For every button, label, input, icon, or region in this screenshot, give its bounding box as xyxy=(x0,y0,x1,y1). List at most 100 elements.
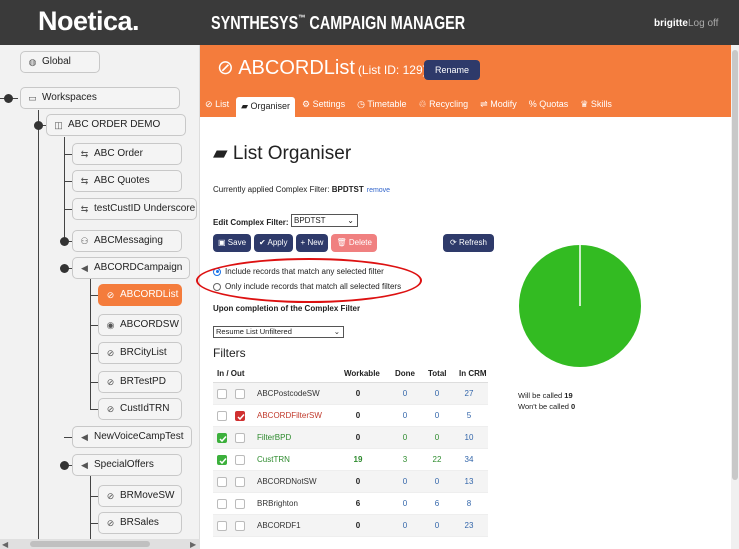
tab-organiser[interactable]: ▰ Organiser xyxy=(236,97,296,117)
eye-icon: ◉ xyxy=(106,319,115,330)
in-crm-count[interactable]: 5 xyxy=(457,405,481,427)
filter-row: ABCORDNotSW 0 0 0 13 xyxy=(213,471,488,493)
wont-be-called-label: Won't be called xyxy=(518,402,569,411)
include-checkbox[interactable] xyxy=(217,455,227,465)
tree-node-abc-order[interactable]: ⇆ ABC Order xyxy=(72,143,182,165)
tree-node-label: BRMoveSW xyxy=(120,490,175,501)
include-checkbox[interactable] xyxy=(217,521,227,531)
exclude-checkbox[interactable] xyxy=(235,477,245,487)
tree-node-abcordcampaign[interactable]: ◀ ABCORDCampaign xyxy=(72,257,190,279)
filter-row: ABCPostcodeSW 0 0 0 27 xyxy=(213,383,488,405)
tree-node-specialoffers[interactable]: ◀ SpecialOffers xyxy=(72,454,182,476)
include-checkbox[interactable] xyxy=(217,433,227,443)
filter-name[interactable]: BRBrighton xyxy=(257,493,298,515)
noetica-logo[interactable]: Noetica. xyxy=(38,6,140,37)
tree-node-abc-order-demo[interactable]: ◫ ABC ORDER DEMO xyxy=(46,114,186,136)
eye-slash-icon: ⊘ xyxy=(106,347,115,358)
tab-recycling[interactable]: ♲ Recycling xyxy=(414,95,474,115)
refresh-button[interactable]: ⟳ Refresh xyxy=(443,234,494,252)
tree-node-newvoicecamptest[interactable]: ◀ NewVoiceCampTest xyxy=(72,426,192,448)
in-crm-count[interactable]: 8 xyxy=(457,493,481,515)
delete-button[interactable]: 🗑 Delete xyxy=(331,234,377,252)
filter-toolbar: ▣ Save ✔ Apply + New 🗑 Delete xyxy=(213,234,377,252)
collapse-toggle[interactable] xyxy=(34,121,43,130)
collapse-toggle[interactable] xyxy=(60,264,69,273)
tree-node-custidtrn[interactable]: ⊘ CustIdTRN xyxy=(98,398,182,420)
trash-icon: 🗑 xyxy=(336,238,347,247)
link-icon: ⇆ xyxy=(80,203,89,214)
tree-node-testcustid[interactable]: ⇆ testCustID Underscore xyxy=(72,198,197,220)
filter-name[interactable]: ABCPostcodeSW xyxy=(257,383,320,405)
logout-link[interactable]: Log off xyxy=(688,18,718,29)
tab-quotas[interactable]: % Quotas xyxy=(524,95,574,115)
in-crm-count[interactable]: 10 xyxy=(457,427,481,449)
collapse-toggle[interactable] xyxy=(60,461,69,470)
wont-be-called: Won't be called 0 xyxy=(518,402,575,411)
in-crm-count[interactable]: 34 xyxy=(457,449,481,471)
filter-row: ABCORDF1 0 0 0 23 xyxy=(213,515,488,537)
tree-node-global[interactable]: ◍ Global xyxy=(20,51,100,73)
exclude-checkbox[interactable] xyxy=(235,411,245,421)
exclude-checkbox[interactable] xyxy=(235,499,245,509)
workspace-icon: ◫ xyxy=(54,119,63,130)
filter-name[interactable]: ABCORDNotSW xyxy=(257,471,317,493)
tree-node-abcmessaging[interactable]: ⚇ ABCMessaging xyxy=(72,230,182,252)
eye-slash-icon: ⊘ xyxy=(217,57,234,79)
tree-node-abcordlist[interactable]: ⊘ ABCORDList xyxy=(98,284,182,306)
tab-skills[interactable]: ♛ Skills xyxy=(575,95,617,115)
completion-select[interactable]: Resume List Unfiltered ⌄ xyxy=(213,326,344,338)
rename-button[interactable]: Rename xyxy=(424,60,480,80)
scroll-right-icon[interactable]: ▶ xyxy=(190,540,196,549)
collapse-toggle[interactable] xyxy=(4,94,13,103)
exclude-checkbox[interactable] xyxy=(235,389,245,399)
apply-button[interactable]: ✔ Apply xyxy=(254,234,293,252)
applied-filter-label: Currently applied Complex Filter: xyxy=(213,185,330,194)
tab-settings[interactable]: ⚙ Settings xyxy=(297,95,350,115)
workspace-tree: ◍ Global ▭ Workspaces ◫ ABC ORDER DEMO ⇆ ABC… xyxy=(0,45,200,549)
page-vertical-scrollbar[interactable] xyxy=(731,45,739,549)
exclude-checkbox[interactable] xyxy=(235,455,245,465)
workable-count: 0 xyxy=(355,477,361,486)
total-count: 6 xyxy=(434,499,440,508)
tree-node-brtestpd[interactable]: ⊘ BRTestPD xyxy=(98,371,182,393)
filter-name[interactable]: ABCORDF1 xyxy=(257,515,301,537)
include-checkbox[interactable] xyxy=(217,389,227,399)
filter-name[interactable]: FilterBPD xyxy=(257,427,291,449)
in-crm-count[interactable]: 23 xyxy=(457,515,481,537)
filter-row: CustTRN 19 3 22 34 xyxy=(213,449,488,471)
new-button[interactable]: + New xyxy=(295,234,329,252)
tree-node-brcitylist[interactable]: ⊘ BRCityList xyxy=(98,342,182,364)
scroll-thumb[interactable] xyxy=(30,541,150,547)
expand-toggle[interactable] xyxy=(60,237,69,246)
filter-name[interactable]: ABCORDFilterSW xyxy=(257,405,322,427)
tree-node-brsales[interactable]: ⊘ BRSales xyxy=(98,512,182,534)
tree-node-brmovesw[interactable]: ⊘ BRMoveSW xyxy=(98,485,182,507)
sidebar-horizontal-scrollbar[interactable]: ◀ ▶ xyxy=(0,539,200,549)
workable-count: 0 xyxy=(355,521,361,530)
include-checkbox[interactable] xyxy=(217,477,227,487)
tree-node-abc-quotes[interactable]: ⇆ ABC Quotes xyxy=(72,170,182,192)
tree-node-abcordsw[interactable]: ◉ ABCORDSW xyxy=(98,314,182,336)
equals-icon: ⇌ xyxy=(480,99,488,109)
chevron-down-icon: ⌄ xyxy=(333,327,340,336)
tree-node-workspaces[interactable]: ▭ Workspaces xyxy=(20,87,180,109)
tree-node-label: BRTestPD xyxy=(120,376,166,387)
remove-filter-link[interactable]: remove xyxy=(367,187,390,194)
tab-list[interactable]: ⊘ List xyxy=(200,95,234,115)
filter-name[interactable]: CustTRN xyxy=(257,449,290,471)
tab-label: Skills xyxy=(590,99,612,109)
complex-filter-select[interactable]: BPDTST ⌄ xyxy=(291,214,358,227)
tab-timetable[interactable]: ◷ Timetable xyxy=(352,95,411,115)
save-button[interactable]: ▣ Save xyxy=(213,234,252,252)
exclude-checkbox[interactable] xyxy=(235,521,245,531)
in-crm-count[interactable]: 27 xyxy=(457,383,481,405)
exclude-checkbox[interactable] xyxy=(235,433,245,443)
scroll-thumb[interactable] xyxy=(732,50,738,480)
tab-modify[interactable]: ⇌ Modify xyxy=(475,95,522,115)
include-checkbox[interactable] xyxy=(217,411,227,421)
in-crm-count[interactable]: 13 xyxy=(457,471,481,493)
tree-node-label: ABCORDSW xyxy=(120,319,179,330)
include-checkbox[interactable] xyxy=(217,499,227,509)
scroll-left-icon[interactable]: ◀ xyxy=(2,540,8,549)
total-count: 22 xyxy=(432,455,442,464)
